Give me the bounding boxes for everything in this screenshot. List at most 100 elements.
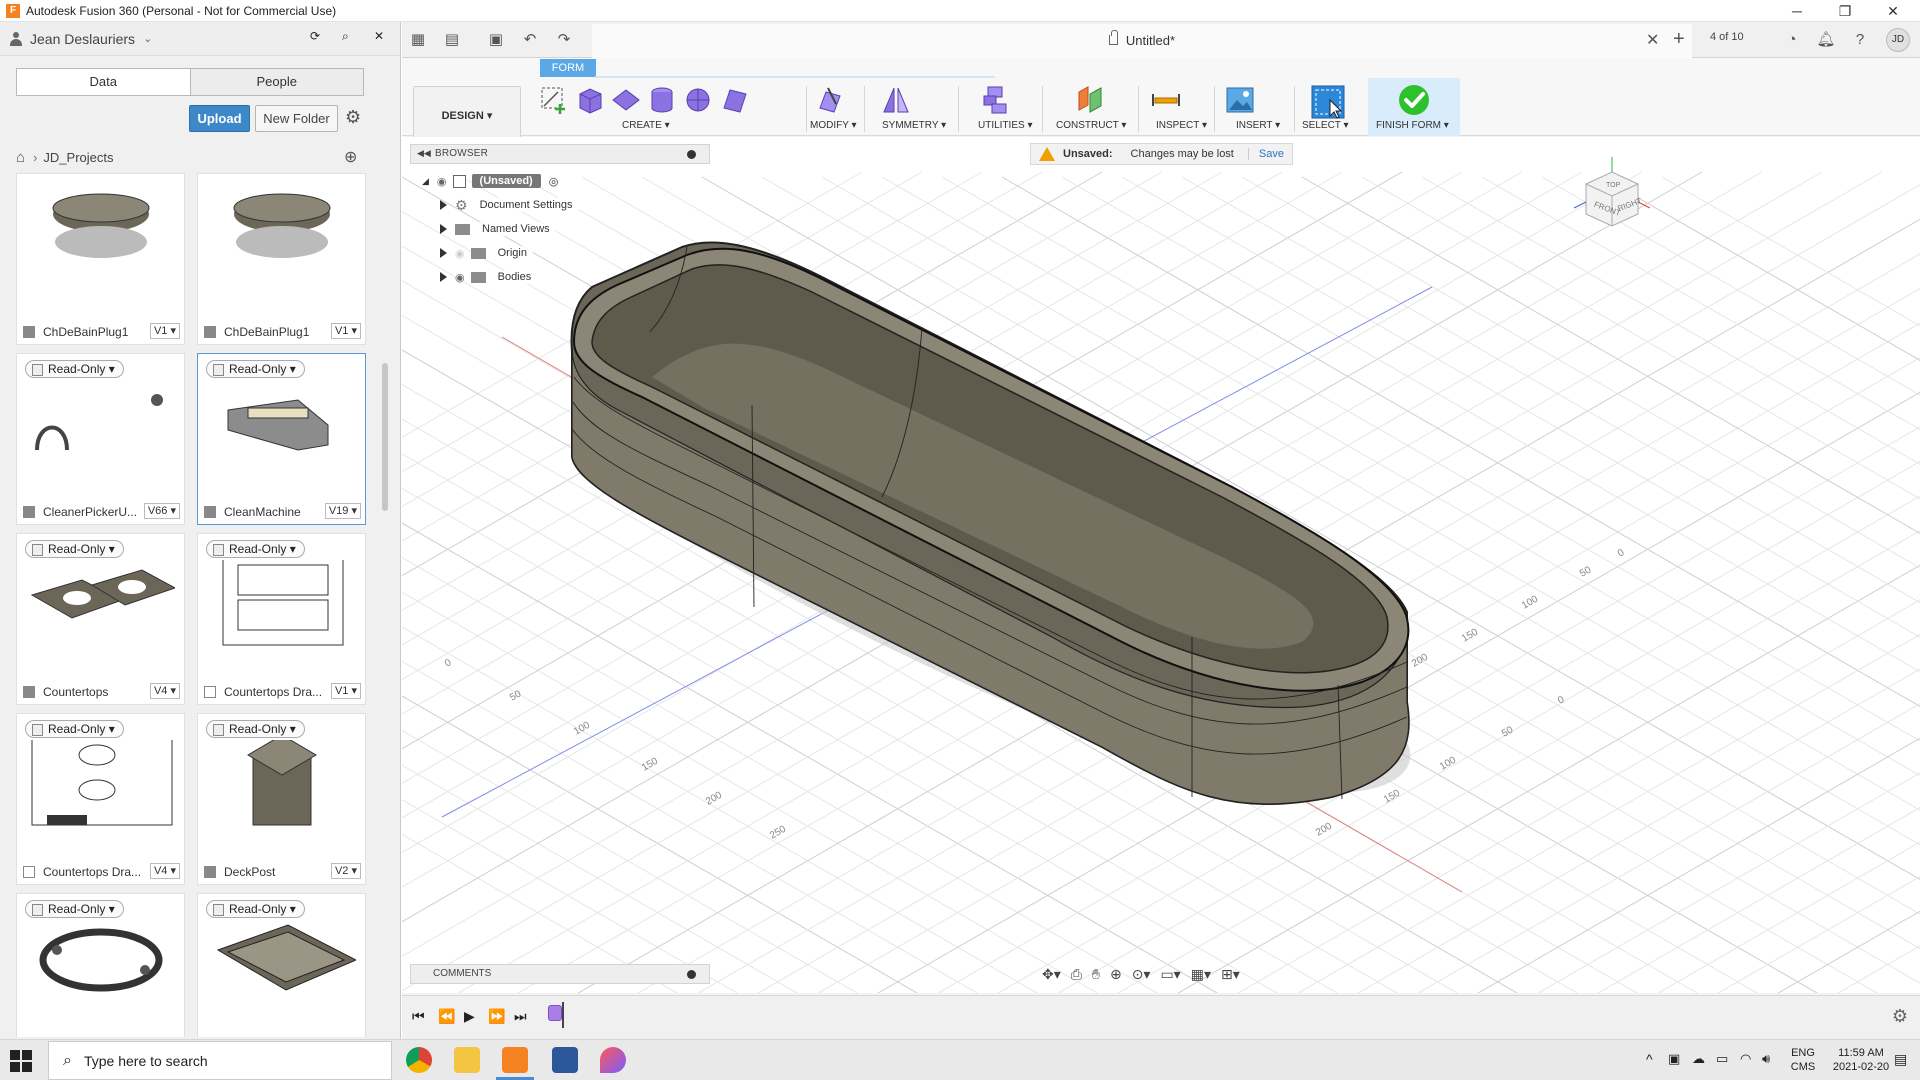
read-only-badge[interactable]: Read-Only ▾ bbox=[206, 360, 305, 378]
fusion-360-icon[interactable] bbox=[496, 1047, 534, 1080]
sphere-icon[interactable] bbox=[682, 84, 714, 116]
comments-panel-header[interactable]: COMMENTS bbox=[410, 964, 710, 984]
chevron-down-icon[interactable]: ⌄ bbox=[143, 32, 152, 45]
read-only-badge[interactable]: Read-Only ▾ bbox=[25, 540, 124, 558]
document-tab[interactable]: Untitled* bbox=[592, 24, 1692, 58]
battery-icon[interactable]: ▭ bbox=[1716, 1052, 1728, 1066]
home-icon[interactable]: ⌂ bbox=[16, 149, 25, 166]
version-badge[interactable]: V4 ▾ bbox=[149, 863, 180, 879]
fit-icon[interactable]: ⊙▾ bbox=[1132, 966, 1151, 983]
file-card[interactable]: Read-Only ▾ DeckPost V2 ▾ bbox=[197, 713, 366, 885]
read-only-badge[interactable]: Read-Only ▾ bbox=[25, 900, 124, 918]
symmetry-menu[interactable]: SYMMETRY ▾ bbox=[882, 120, 946, 131]
add-comment-icon[interactable] bbox=[687, 970, 696, 979]
cylinder-icon[interactable] bbox=[646, 84, 678, 116]
breadcrumb-project[interactable]: JD_Projects bbox=[43, 150, 113, 165]
file-name[interactable]: DeckPost bbox=[204, 865, 275, 879]
select-menu[interactable]: SELECT ▾ bbox=[1302, 120, 1349, 131]
version-badge[interactable]: V19 ▾ bbox=[324, 503, 361, 519]
file-thumbnail[interactable] bbox=[27, 380, 175, 470]
globe-icon[interactable]: ⊕ bbox=[344, 147, 357, 167]
minimize-button[interactable]: ─ bbox=[1774, 0, 1820, 22]
orbit-icon[interactable]: ✥▾ bbox=[1042, 966, 1061, 983]
tab-people[interactable]: People bbox=[190, 69, 363, 95]
inspect-menu[interactable]: INSPECT ▾ bbox=[1156, 120, 1207, 131]
viewport-canvas[interactable]: 050100150200250050100150200050100150200 … bbox=[402, 137, 1920, 993]
version-badge[interactable]: V2 ▾ bbox=[330, 863, 361, 879]
windows-start-icon[interactable] bbox=[10, 1050, 32, 1072]
file-card[interactable]: Read-Only ▾ CleanerPickerU... V66 ▾ bbox=[16, 353, 185, 525]
look-at-icon[interactable]: ⎙ bbox=[1071, 966, 1082, 983]
file-card[interactable]: ChDeBainPlug1 V1 ▾ bbox=[16, 173, 185, 345]
timeline-cursor[interactable] bbox=[562, 1002, 564, 1028]
browser-item-bodies[interactable]: ◉ Bodies bbox=[440, 267, 538, 287]
redo-icon[interactable]: ↷ bbox=[554, 30, 574, 50]
grid-settings-icon[interactable]: ▦▾ bbox=[1191, 966, 1211, 983]
insert-image-icon[interactable] bbox=[1224, 84, 1256, 116]
utilities-icon[interactable] bbox=[980, 84, 1012, 116]
file-thumbnail[interactable] bbox=[27, 740, 175, 830]
finish-form-button[interactable]: FINISH FORM ▾ bbox=[1368, 78, 1460, 136]
version-badge[interactable]: V1 ▾ bbox=[330, 683, 361, 699]
input-language[interactable]: ENG CMS bbox=[1788, 1046, 1818, 1074]
construct-menu[interactable]: CONSTRUCT ▾ bbox=[1056, 120, 1126, 131]
file-name[interactable]: CleanerPickerU... bbox=[23, 505, 137, 519]
user-name[interactable]: Jean Deslauriers bbox=[30, 31, 135, 47]
file-thumbnail[interactable] bbox=[208, 380, 356, 470]
new-folder-button[interactable]: New Folder bbox=[255, 105, 338, 132]
pin-icon[interactable] bbox=[687, 150, 696, 159]
file-card[interactable]: Read-Only ▾ Countertops Dra... V1 ▾ bbox=[197, 533, 366, 705]
browser-item-named-views[interactable]: Named Views bbox=[440, 219, 556, 239]
file-name[interactable]: Countertops Dra... bbox=[204, 685, 322, 699]
construct-plane-icon[interactable] bbox=[1074, 84, 1106, 116]
file-name[interactable]: CleanMachine bbox=[204, 505, 301, 519]
pan-icon[interactable]: ✋︎ bbox=[1092, 966, 1100, 983]
undo-icon[interactable]: ↶ bbox=[520, 30, 540, 50]
help-icon[interactable]: ? bbox=[1850, 30, 1870, 50]
expand-triangle-icon[interactable] bbox=[440, 248, 447, 258]
face-icon[interactable] bbox=[718, 84, 750, 116]
file-thumbnail[interactable] bbox=[208, 920, 356, 1010]
close-panel-icon[interactable]: ✕ bbox=[374, 29, 384, 43]
word-icon[interactable] bbox=[552, 1047, 578, 1073]
read-only-badge[interactable]: Read-Only ▾ bbox=[206, 720, 305, 738]
version-badge[interactable]: V1 ▾ bbox=[330, 323, 361, 339]
form-feature-marker[interactable] bbox=[548, 1005, 562, 1021]
file-explorer-icon[interactable] bbox=[454, 1047, 480, 1073]
box-icon[interactable] bbox=[574, 84, 606, 116]
notifications-icon[interactable]: 🔔︎ bbox=[1816, 30, 1836, 50]
file-card[interactable]: ChDeBainPlug1 V1 ▾ bbox=[197, 173, 366, 345]
file-card[interactable]: Read-Only ▾ Countertops Dra... V4 ▾ bbox=[16, 713, 185, 885]
volume-icon[interactable]: 🔊︎ bbox=[1762, 1052, 1770, 1066]
expand-triangle-icon[interactable] bbox=[440, 200, 447, 210]
close-window-button[interactable]: ✕ bbox=[1870, 0, 1916, 22]
collapse-icon[interactable]: ◀◀ bbox=[417, 148, 431, 159]
collapse-triangle-icon[interactable]: ◢ bbox=[422, 176, 429, 187]
edit-form-icon[interactable] bbox=[814, 84, 846, 116]
file-card[interactable]: Read-Only ▾FacePlatePulse...V6 ▾ bbox=[197, 893, 366, 1037]
viewports-icon[interactable]: ⊞▾ bbox=[1221, 966, 1240, 983]
new-tab-icon[interactable]: + bbox=[1673, 28, 1685, 51]
plane-icon[interactable] bbox=[610, 84, 642, 116]
browser-item-origin[interactable]: ◉ Origin bbox=[440, 243, 533, 263]
taskbar-search[interactable]: ⌕ Type here to search bbox=[48, 1041, 392, 1080]
viewcube-top[interactable]: TOP bbox=[1606, 182, 1621, 189]
gear-icon[interactable]: ⚙ bbox=[345, 107, 361, 128]
job-status[interactable]: 4 of 10 bbox=[1710, 31, 1744, 43]
save-icon[interactable]: ▣ bbox=[486, 30, 506, 50]
version-badge[interactable]: V4 ▾ bbox=[149, 683, 180, 699]
step-back-icon[interactable]: ⏪ bbox=[438, 1008, 455, 1025]
zoom-icon[interactable]: ⊕ bbox=[1110, 966, 1122, 983]
play-icon[interactable]: ▶ bbox=[464, 1008, 475, 1025]
eye-icon[interactable]: ◉ bbox=[455, 271, 465, 284]
utilities-menu[interactable]: UTILITIES ▾ bbox=[978, 120, 1033, 131]
file-name[interactable]: ChDeBainPlug1 bbox=[204, 325, 309, 339]
finish-form-menu[interactable]: FINISH FORM ▾ bbox=[1376, 120, 1449, 131]
eye-icon[interactable]: ◉ bbox=[437, 175, 447, 188]
maximize-button[interactable]: ❐ bbox=[1822, 0, 1868, 22]
upload-button[interactable]: Upload bbox=[189, 105, 250, 132]
file-thumbnail[interactable] bbox=[27, 180, 175, 270]
file-thumbnail[interactable] bbox=[208, 740, 356, 830]
browser-item-document-settings[interactable]: ⚙ Document Settings bbox=[440, 195, 579, 215]
expand-triangle-icon[interactable] bbox=[440, 224, 447, 234]
